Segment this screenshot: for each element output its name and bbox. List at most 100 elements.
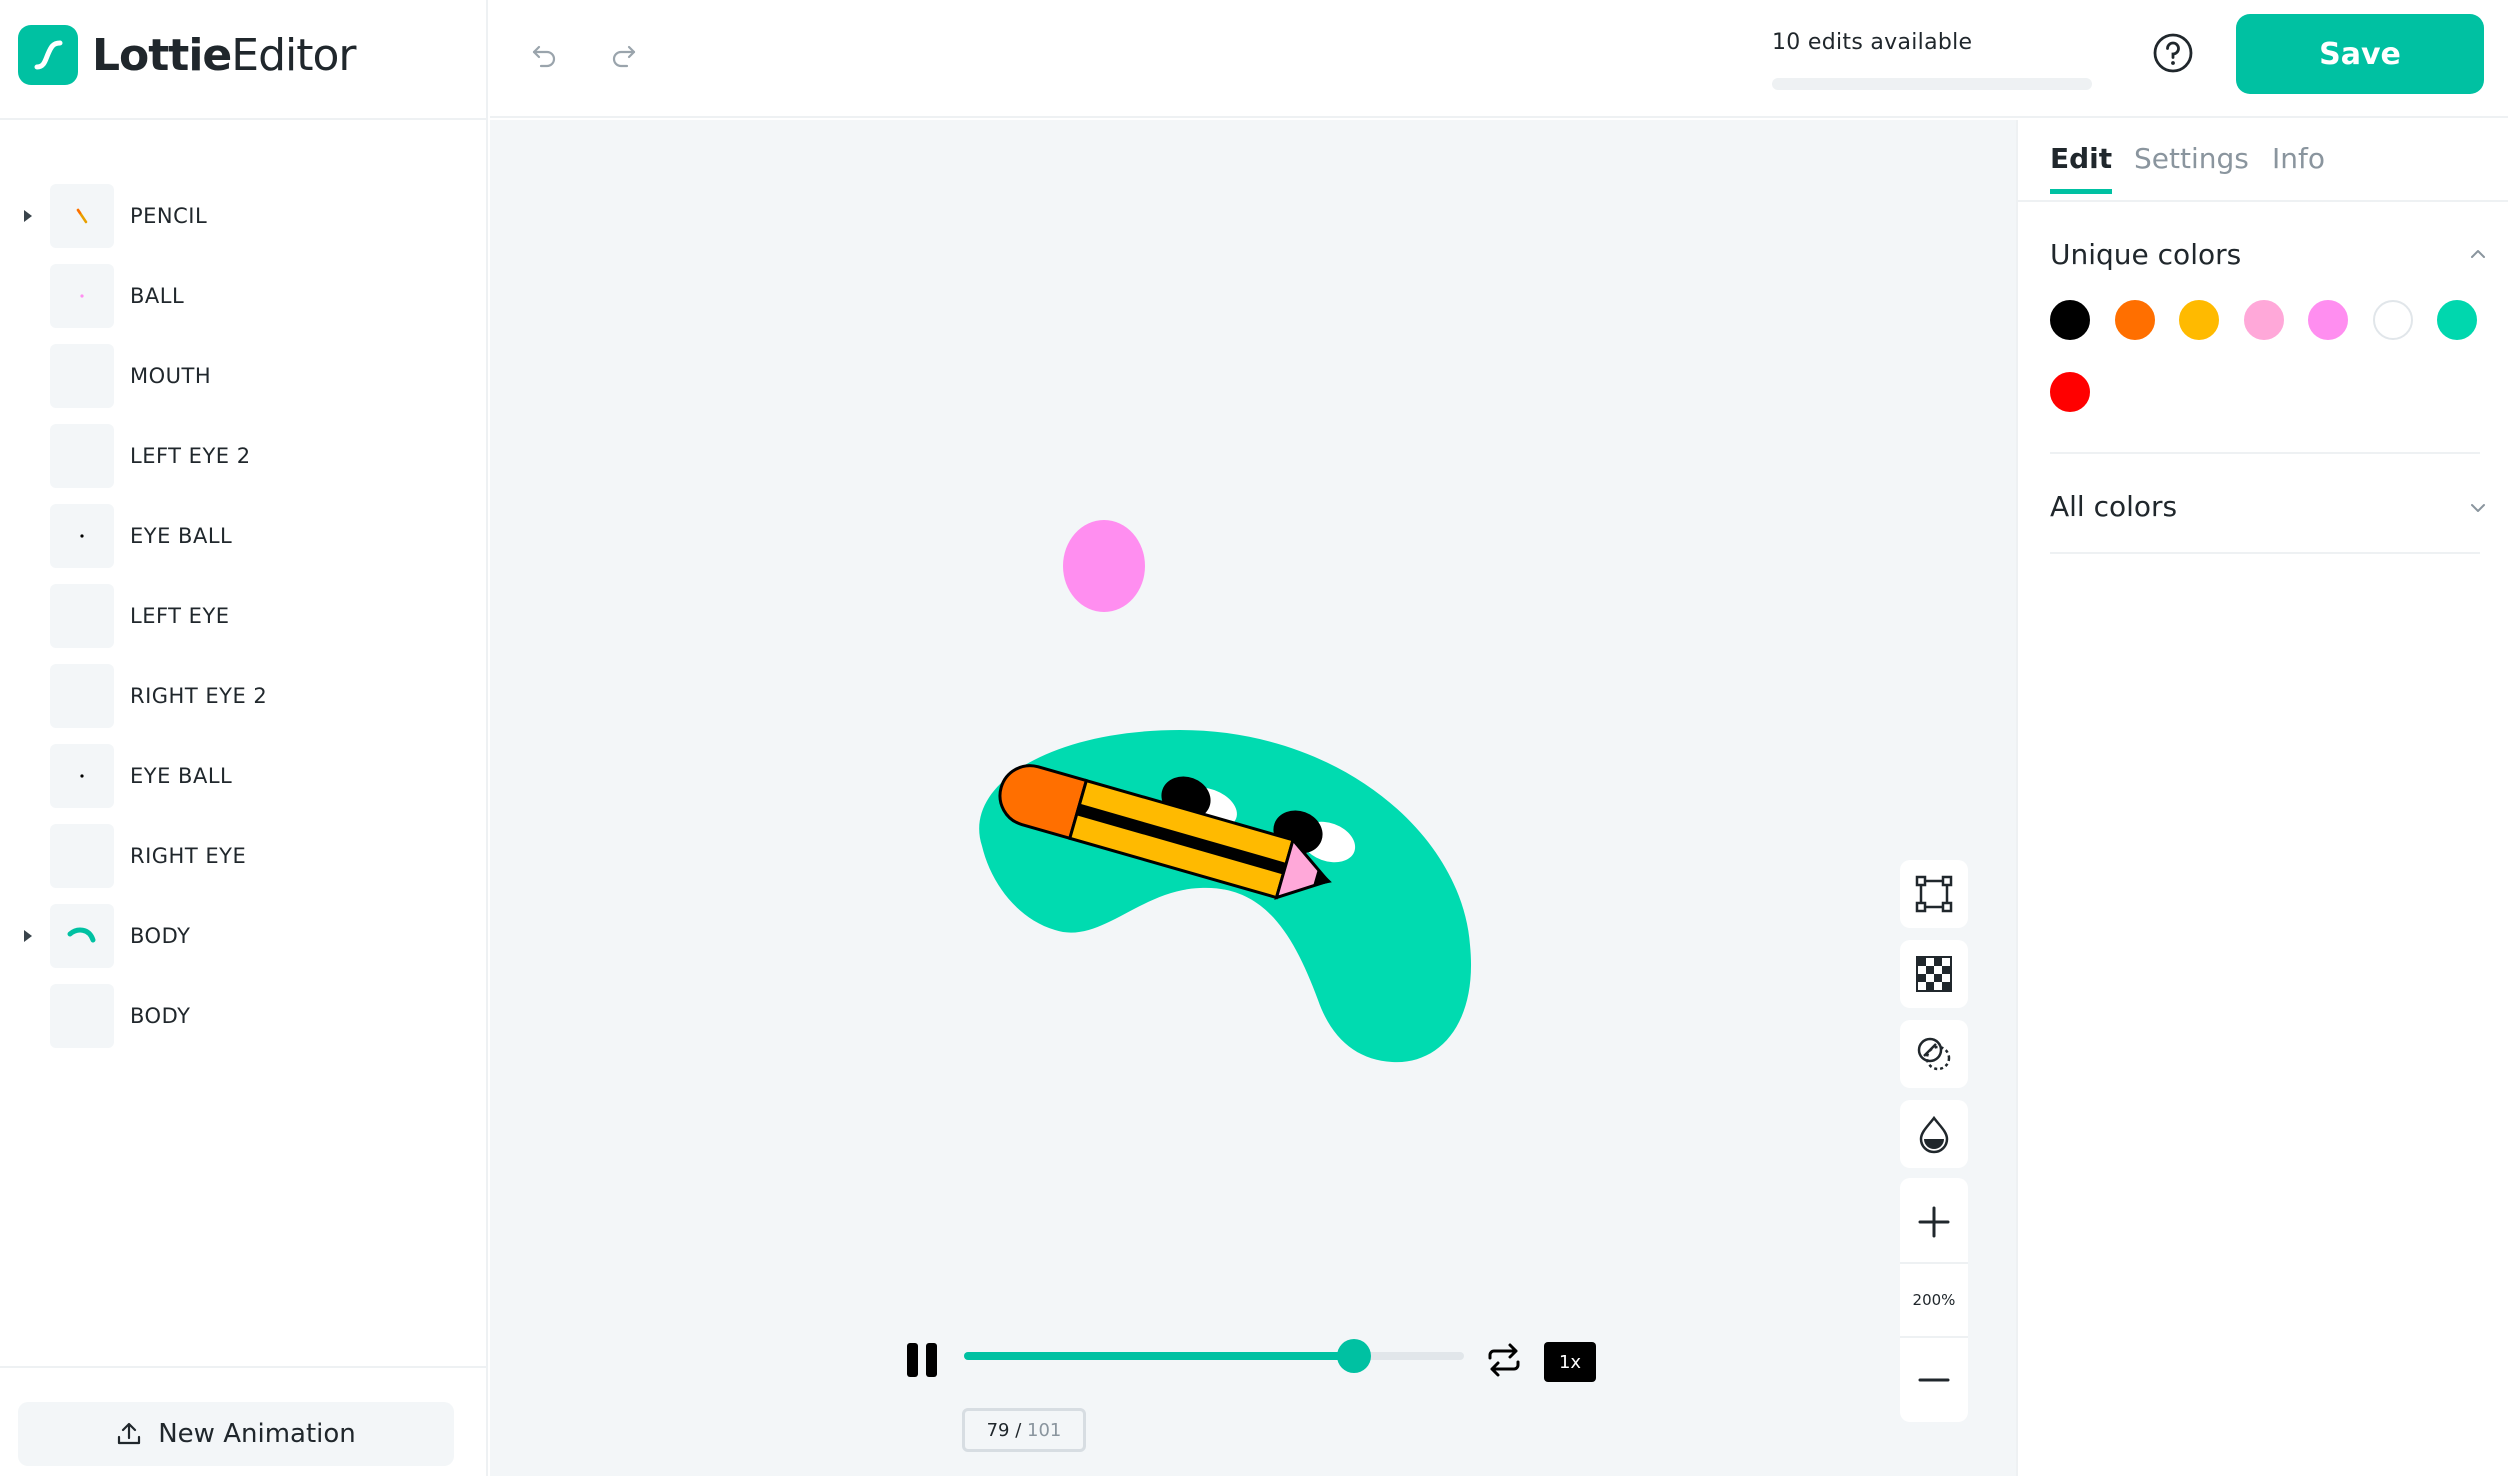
app-logo: LottieEditor [18,24,356,86]
layer-thumbnail [50,344,114,408]
layer-thumbnail [50,264,114,328]
timeline-progress [964,1352,1354,1360]
current-frame: 79 [986,1419,1010,1441]
layer-name: BALL [130,284,185,308]
timeline-slider[interactable] [964,1339,1464,1373]
zoom-level: 200% [1900,1262,1968,1338]
caret-right-icon[interactable] [20,208,36,224]
animation-preview [979,520,1472,1063]
zoom-controls: 200% [1900,1178,1968,1422]
layer-name: BODY [130,1004,191,1028]
layer-thumbnail [50,744,114,808]
undo-icon [532,45,556,68]
redo-button[interactable] [604,34,644,74]
color-swatch[interactable] [2308,300,2348,340]
layer-name: PENCIL [130,204,208,228]
all-colors-title[interactable]: All colors [2050,490,2177,523]
chevron-up-icon[interactable] [2468,244,2488,264]
tab-edit[interactable]: Edit [2050,142,2113,194]
color-swatch[interactable] [2050,372,2090,412]
transparency-grid-icon [1916,956,1952,992]
timeline-handle[interactable] [1337,1339,1371,1373]
properties-panel: Edit Settings Info Unique colors All col… [2016,120,2508,1476]
layer-item[interactable]: RIGHT EYE [0,816,488,896]
layers-sidebar: LottieEditor PENCIL BALL MOUTH LEFT EYE 2 EY… [0,0,488,1476]
chevron-down-icon[interactable] [2468,498,2488,518]
zoom-out-button[interactable] [1900,1342,1968,1418]
layer-name: MOUTH [130,364,212,388]
layer-item[interactable]: EYE BALL [0,496,488,576]
overlap-icon [1917,1037,1951,1071]
edits-progress-bar [1772,78,2092,90]
layer-thumbnail [50,504,114,568]
speed-button[interactable]: 1x [1544,1342,1596,1382]
layer-item[interactable]: PENCIL [0,176,488,256]
upload-icon [118,1422,141,1445]
layer-item[interactable]: MOUTH [0,336,488,416]
top-toolbar: 10 edits available Save [490,0,2508,118]
frame-separator: / [1009,1419,1028,1441]
layer-item[interactable]: RIGHT EYE 2 [0,656,488,736]
unique-colors-title[interactable]: Unique colors [2050,238,2241,271]
color-swatch[interactable] [2114,300,2155,340]
color-swatch[interactable] [2243,300,2284,340]
color-swatch[interactable] [2179,300,2219,340]
bounding-box-button[interactable] [1900,860,1968,928]
brand-bold: Lottie [92,29,232,81]
zoom-in-button[interactable] [1900,1184,1968,1260]
color-swatch[interactable] [2372,300,2413,340]
ball-shape [1063,520,1145,612]
layer-name: EYE BALL [130,524,233,548]
layer-item[interactable]: EYE BALL [0,736,488,816]
layer-name: RIGHT EYE 2 [130,684,268,708]
layer-thumbnail [50,904,114,968]
animation-canvas[interactable]: 200% 1x 79 / 101 [490,120,2016,1476]
total-frames: 101 [1027,1419,1062,1441]
loop-button[interactable] [1484,1338,1524,1382]
layer-thumbnail [50,584,114,648]
pause-icon [907,1343,937,1377]
new-animation-label: New Animation [158,1419,356,1449]
layer-item[interactable]: BALL [0,256,488,336]
layer-name: LEFT EYE 2 [130,444,251,468]
sidebar-footer: New Animation [0,1366,488,1476]
plus-icon [1918,1206,1950,1238]
frame-counter[interactable]: 79 / 101 [962,1408,1086,1452]
layer-thumbnail [50,664,114,728]
color-swatch[interactable] [2050,300,2090,340]
layer-name: BODY [130,924,191,948]
color-drop-button[interactable] [1900,1100,1968,1168]
overlap-button[interactable] [1900,1020,1968,1088]
save-button[interactable]: Save [2236,14,2484,94]
layer-item[interactable]: LEFT EYE [0,576,488,656]
redo-icon [612,45,636,68]
loop-icon [1488,1343,1520,1377]
transparency-grid-button[interactable] [1900,940,1968,1008]
layer-item[interactable]: LEFT EYE 2 [0,416,488,496]
help-icon [2153,33,2193,73]
lottie-logo-icon [18,25,78,85]
new-animation-button[interactable]: New Animation [18,1402,454,1466]
layer-thumbnail [50,424,114,488]
layer-thumbnail [50,184,114,248]
layer-list: PENCIL BALL MOUTH LEFT EYE 2 EYE BALL LEFT EY… [0,176,488,1056]
section-divider [2050,452,2480,454]
color-drop-icon [1919,1115,1949,1154]
layer-name: RIGHT EYE [130,844,247,868]
layer-item[interactable]: BODY [0,976,488,1056]
undo-button[interactable] [524,34,564,74]
app-brand: LottieEditor [92,29,356,81]
panel-tabs: Edit Settings Info [2018,120,2508,202]
tab-info[interactable]: Info [2272,142,2325,189]
layer-item[interactable]: BODY [0,896,488,976]
layer-thumbnail [50,984,114,1048]
brand-light: Editor [231,29,356,81]
help-button[interactable] [2150,30,2196,76]
sidebar-header-divider [0,118,488,120]
caret-right-icon[interactable] [20,928,36,944]
layer-name: LEFT EYE [130,604,230,628]
color-swatch[interactable] [2437,300,2477,340]
pause-button[interactable] [900,1338,944,1382]
layer-thumbnail [50,824,114,888]
tab-settings[interactable]: Settings [2134,142,2249,189]
